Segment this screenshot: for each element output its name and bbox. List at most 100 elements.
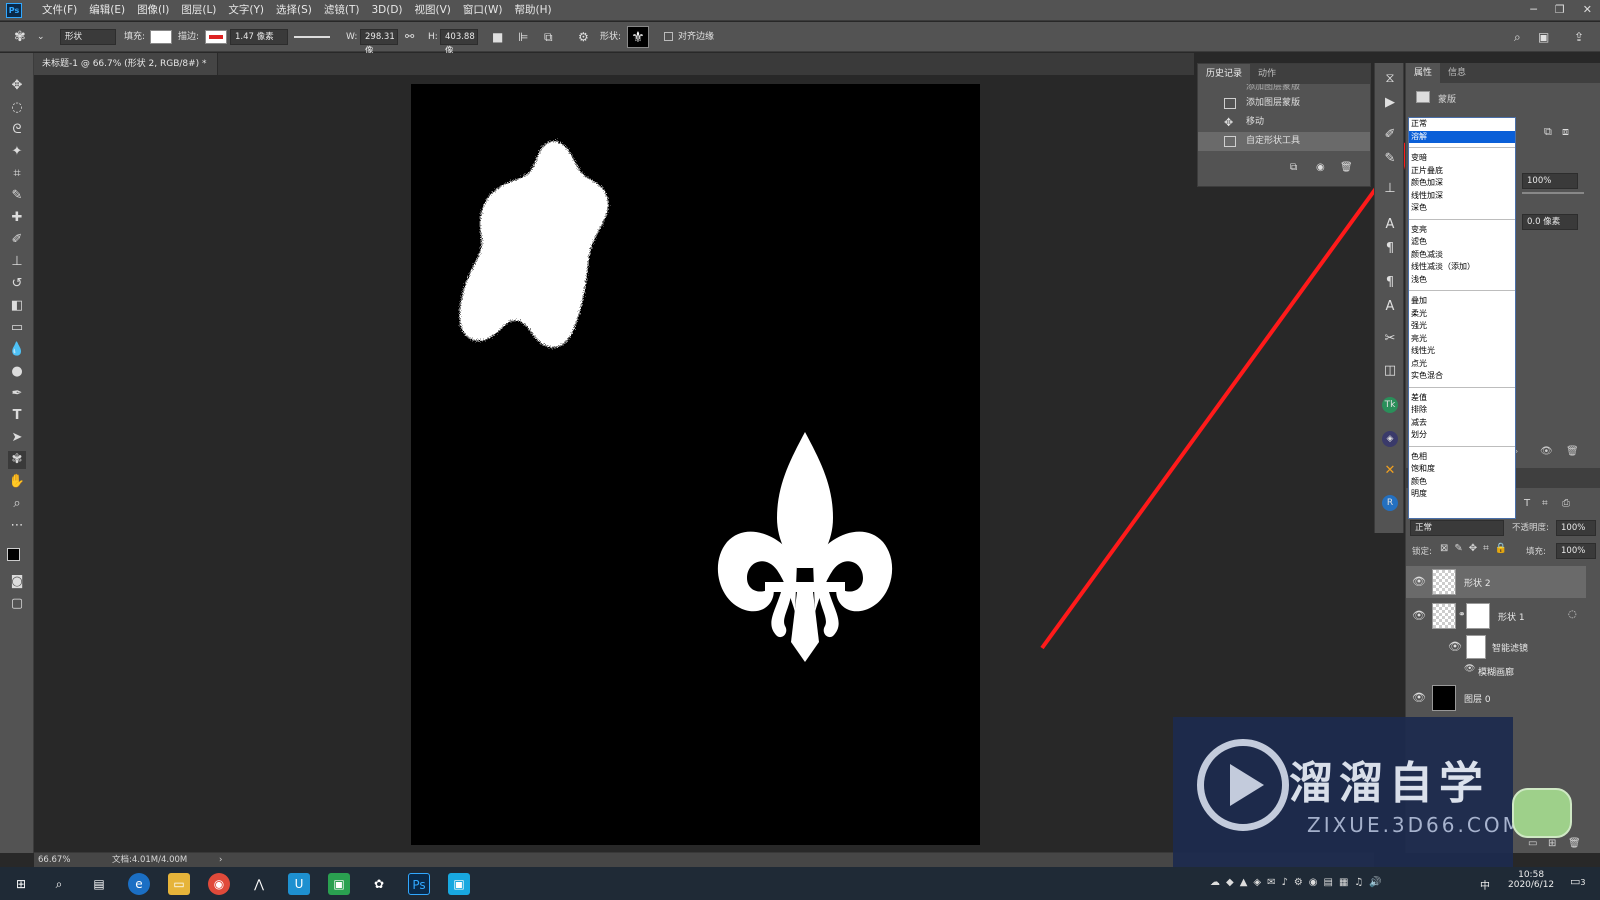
- layer-row[interactable]: 👁 形状 2: [1406, 566, 1586, 598]
- layer-row[interactable]: 👁 ⚭ 形状 1 ◌: [1406, 600, 1586, 632]
- select-vector-mask-icon[interactable]: ⧈: [1562, 125, 1569, 139]
- blend-mode-option[interactable]: 变暗: [1409, 152, 1515, 165]
- trash-icon[interactable]: 🗑: [1340, 162, 1353, 173]
- tool-presets-icon[interactable]: ✂: [1382, 331, 1398, 347]
- character-icon[interactable]: A: [1382, 217, 1398, 233]
- paragraph-styles-icon[interactable]: ¶: [1382, 275, 1398, 291]
- app-green-icon[interactable]: ▣: [328, 873, 350, 895]
- plugin-r-icon[interactable]: R: [1382, 495, 1398, 511]
- blend-mode-option[interactable]: 强光: [1409, 320, 1515, 333]
- paragraph-icon[interactable]: ¶: [1382, 241, 1398, 257]
- layer-row[interactable]: 👁 图层 0: [1406, 682, 1586, 714]
- visibility-eye-icon[interactable]: 👁: [1412, 609, 1426, 622]
- blend-mode-option[interactable]: 变亮: [1409, 224, 1515, 237]
- history-row-current[interactable]: 自定形状工具: [1198, 132, 1370, 151]
- tab-properties[interactable]: 属性: [1406, 63, 1441, 83]
- plugin-circle-icon[interactable]: ◈: [1382, 431, 1398, 447]
- tab-actions[interactable]: 动作: [1250, 64, 1284, 84]
- plugin-tk-icon[interactable]: Tk: [1382, 397, 1398, 413]
- system-tray-icons[interactable]: ☁◆▲◈✉♪⚙◉▤▦♫🔊: [1210, 877, 1388, 888]
- chrome-icon[interactable]: ◉: [208, 873, 230, 895]
- character-styles-icon[interactable]: A: [1382, 299, 1398, 315]
- delete-mask-icon[interactable]: 🗑: [1566, 446, 1579, 457]
- history-row[interactable]: ✥ 移动: [1198, 113, 1370, 132]
- filter-smart-object-icon[interactable]: ⎙: [1562, 498, 1570, 509]
- blend-mode-option[interactable]: 饱和度: [1409, 463, 1515, 476]
- blend-mode-option[interactable]: 叠加: [1409, 295, 1515, 308]
- blend-mode-option[interactable]: 柔光: [1409, 308, 1515, 321]
- app-baidu-icon[interactable]: ✿: [368, 873, 390, 895]
- visibility-eye-icon[interactable]: 👁: [1540, 446, 1553, 457]
- floating-assistant-badge[interactable]: [1512, 788, 1572, 838]
- blend-mode-option[interactable]: 点光: [1409, 358, 1515, 371]
- blend-mode-option[interactable]: 实色混合: [1409, 370, 1515, 383]
- blend-mode-option[interactable]: 线性光: [1409, 345, 1515, 358]
- blend-mode-option[interactable]: 线性加深: [1409, 190, 1515, 203]
- select-pixel-mask-icon[interactable]: ⧉: [1544, 125, 1552, 139]
- browser-icon[interactable]: e: [128, 873, 150, 895]
- blend-mode-option[interactable]: 线性减淡（添加）: [1409, 261, 1515, 274]
- new-group-icon[interactable]: ▭: [1528, 838, 1537, 849]
- density-field[interactable]: 100%: [1522, 173, 1578, 189]
- density-slider[interactable]: [1522, 192, 1584, 194]
- visibility-eye-icon[interactable]: 👁: [1448, 640, 1462, 653]
- blend-mode-select[interactable]: 正常: [1410, 520, 1504, 536]
- visibility-eye-icon[interactable]: 👁: [1412, 691, 1426, 704]
- tab-history[interactable]: 历史记录: [1198, 64, 1251, 84]
- fill-field[interactable]: 100%: [1556, 543, 1596, 559]
- brushes-icon[interactable]: ✎: [1382, 151, 1398, 167]
- blend-mode-option[interactable]: 明度: [1409, 488, 1515, 501]
- notification-icon[interactable]: ▭3: [1570, 875, 1586, 888]
- visibility-eye-icon[interactable]: 👁: [1464, 664, 1475, 674]
- opacity-field[interactable]: 100%: [1556, 520, 1596, 536]
- feather-field[interactable]: 0.0 像素: [1522, 214, 1578, 230]
- blend-mode-option[interactable]: 颜色减淡: [1409, 249, 1515, 262]
- visibility-eye-icon[interactable]: 👁: [1412, 575, 1426, 588]
- app-icon[interactable]: ⋀: [248, 873, 270, 895]
- task-view-icon[interactable]: ▤: [88, 873, 110, 895]
- windows-start-icon[interactable]: ⊞: [10, 873, 32, 895]
- plugin-cross-icon[interactable]: ✕: [1382, 463, 1398, 479]
- blend-mode-option[interactable]: 深色: [1409, 202, 1515, 215]
- brush-settings-icon[interactable]: ✐: [1382, 127, 1398, 143]
- blend-mode-option[interactable]: 差值: [1409, 392, 1515, 405]
- status-menu-arrow[interactable]: ›: [219, 853, 222, 867]
- smart-filters-row[interactable]: 👁 智能滤镜: [1406, 634, 1586, 660]
- photoshop-taskbar-icon[interactable]: Ps: [408, 873, 430, 895]
- blend-mode-option[interactable]: 溶解: [1409, 130, 1515, 143]
- blend-mode-option[interactable]: 正常: [1409, 118, 1515, 131]
- clone-source-icon[interactable]: ⊥: [1382, 181, 1398, 197]
- blend-mode-option[interactable]: 颜色加深: [1409, 177, 1515, 190]
- clock[interactable]: 10:58 2020/6/12: [1508, 870, 1554, 890]
- actions-play-icon[interactable]: ▶: [1382, 95, 1398, 111]
- glyphs-icon[interactable]: ◫: [1382, 363, 1398, 379]
- filter-shape-icon[interactable]: ⌗: [1542, 498, 1548, 509]
- file-explorer-icon[interactable]: ▭: [168, 873, 190, 895]
- camera-icon[interactable]: ◉: [1316, 162, 1325, 173]
- ime-indicator[interactable]: 中: [1480, 877, 1490, 892]
- history-row[interactable]: 添加图层蒙版: [1198, 84, 1370, 94]
- history-panel-tabs: 历史记录 动作: [1198, 64, 1370, 84]
- new-document-from-state-icon[interactable]: ⧉: [1290, 162, 1297, 173]
- blend-mode-option[interactable]: 划分: [1409, 429, 1515, 442]
- blend-mode-option[interactable]: 颜色: [1409, 476, 1515, 489]
- filter-type-icon[interactable]: T: [1524, 498, 1530, 509]
- blend-mode-option[interactable]: 色相: [1409, 451, 1515, 464]
- blend-mode-option[interactable]: 亮光: [1409, 333, 1515, 346]
- blend-mode-option[interactable]: 减去: [1409, 417, 1515, 430]
- lock-icons[interactable]: ⊠✎✥⌗🔒: [1440, 543, 1513, 554]
- zoom-level[interactable]: 66.67%: [38, 853, 70, 867]
- blend-mode-option[interactable]: 滤色: [1409, 236, 1515, 249]
- history-row[interactable]: 添加图层蒙版: [1198, 94, 1370, 113]
- search-icon[interactable]: ⌕: [48, 873, 70, 895]
- new-layer-icon[interactable]: ⊞: [1548, 838, 1556, 849]
- blend-mode-option[interactable]: 正片叠底: [1409, 165, 1515, 178]
- app-u-icon[interactable]: U: [288, 873, 310, 895]
- trash-icon[interactable]: 🗑: [1568, 838, 1581, 849]
- app-blue-icon[interactable]: ▣: [448, 873, 470, 895]
- blend-mode-option[interactable]: 浅色: [1409, 274, 1515, 287]
- blend-mode-option[interactable]: 排除: [1409, 404, 1515, 417]
- tab-info[interactable]: 信息: [1440, 63, 1474, 83]
- filter-row[interactable]: 👁 模糊画廊: [1406, 661, 1586, 681]
- history-icon[interactable]: ⧖: [1382, 71, 1398, 87]
